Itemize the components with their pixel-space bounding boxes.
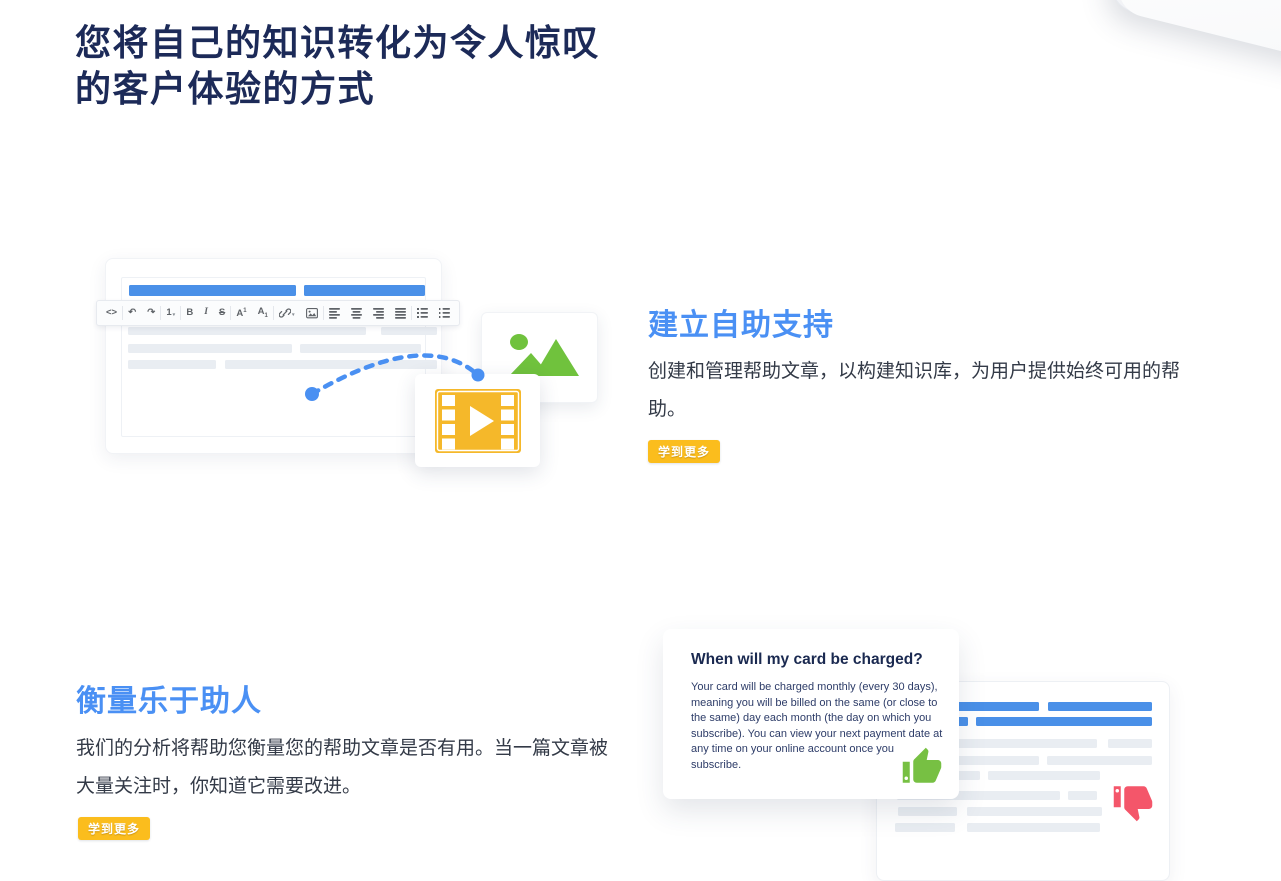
page-title-line1: 您将自己的知识转化为令人惊叹 bbox=[75, 22, 601, 63]
toolbar-separator bbox=[122, 306, 124, 320]
align-left-icon bbox=[328, 307, 340, 319]
paragraph-format-icon: 1 ▾ bbox=[166, 307, 176, 319]
placeholder-text-bar bbox=[895, 823, 955, 832]
placeholder-text-bar bbox=[967, 807, 1102, 816]
list-ordered-icon bbox=[438, 307, 450, 319]
placeholder-text-bar bbox=[381, 327, 437, 335]
toolbar-separator bbox=[230, 306, 232, 320]
device-mockup-surface bbox=[1112, 0, 1281, 116]
toolbar-separator bbox=[160, 306, 162, 320]
dotted-connector-line bbox=[305, 353, 485, 401]
section-body-helpfulness: 我们的分析将帮助您衡量您的帮助文章是否有用。当一篇文章被大量关注时，你知道它需要… bbox=[76, 738, 609, 797]
placeholder-text-bar bbox=[1047, 756, 1152, 765]
section-title-helpfulness: 衡量乐于助人 bbox=[76, 685, 262, 718]
align-right-icon bbox=[372, 307, 384, 319]
toolbar-separator bbox=[410, 306, 412, 320]
thumbs-down-icon bbox=[1113, 786, 1153, 822]
placeholder-text-bar bbox=[129, 285, 296, 296]
section-title-self-service: 建立自助支持 bbox=[648, 309, 834, 342]
insert-image-icon bbox=[305, 307, 318, 319]
placeholder-text-bar bbox=[898, 807, 957, 816]
placeholder-text-bar bbox=[128, 327, 366, 335]
subscript-icon: A1 bbox=[257, 306, 268, 319]
page-title: 您将自己的知识转化为令人惊叹 的客户体验的方式 bbox=[75, 20, 695, 112]
placeholder-text-bar bbox=[304, 285, 425, 296]
placeholder-text-bar bbox=[1048, 702, 1152, 711]
code-icon: <> bbox=[106, 307, 118, 319]
placeholder-text-bar bbox=[988, 771, 1100, 780]
align-justify-icon bbox=[394, 307, 406, 319]
placeholder-text-bar bbox=[128, 344, 292, 353]
superscript-icon: A1 bbox=[236, 307, 247, 319]
learn-more-button-self-service[interactable]: 学到更多 bbox=[648, 440, 721, 463]
placeholder-text-bar bbox=[1068, 791, 1097, 800]
italic-icon: I bbox=[204, 307, 208, 318]
thumbs-up-icon bbox=[902, 747, 942, 783]
placeholder-text-bar bbox=[128, 360, 216, 369]
toolbar-separator bbox=[272, 306, 274, 320]
bold-icon: B bbox=[186, 307, 194, 319]
undo-icon: ↶ bbox=[128, 307, 137, 319]
align-center-icon bbox=[350, 307, 362, 319]
strikethrough-icon: S bbox=[218, 307, 226, 319]
list-unordered-icon bbox=[416, 307, 428, 319]
placeholder-text-bar bbox=[976, 717, 1152, 726]
faq-card-title: When will my card be charged? bbox=[691, 651, 923, 668]
toolbar-separator bbox=[322, 306, 324, 320]
learn-more-button-helpfulness[interactable]: 学到更多 bbox=[78, 817, 151, 840]
redo-icon: ↷ bbox=[147, 307, 156, 319]
editor-toolbar: <> ↶ ↷ 1 ▾ B I S A1 A1 ▾ bbox=[96, 300, 460, 326]
placeholder-text-bar bbox=[1108, 739, 1152, 748]
section-body-self-service: 创建和管理帮助文章，以构建知识库，为用户提供始终可用的帮助。 bbox=[648, 361, 1181, 420]
toolbar-separator bbox=[180, 306, 182, 320]
placeholder-text-bar bbox=[967, 823, 1100, 832]
page-title-line2: 的客户体验的方式 bbox=[75, 68, 376, 109]
insert-link-icon: ▾ bbox=[279, 307, 295, 319]
